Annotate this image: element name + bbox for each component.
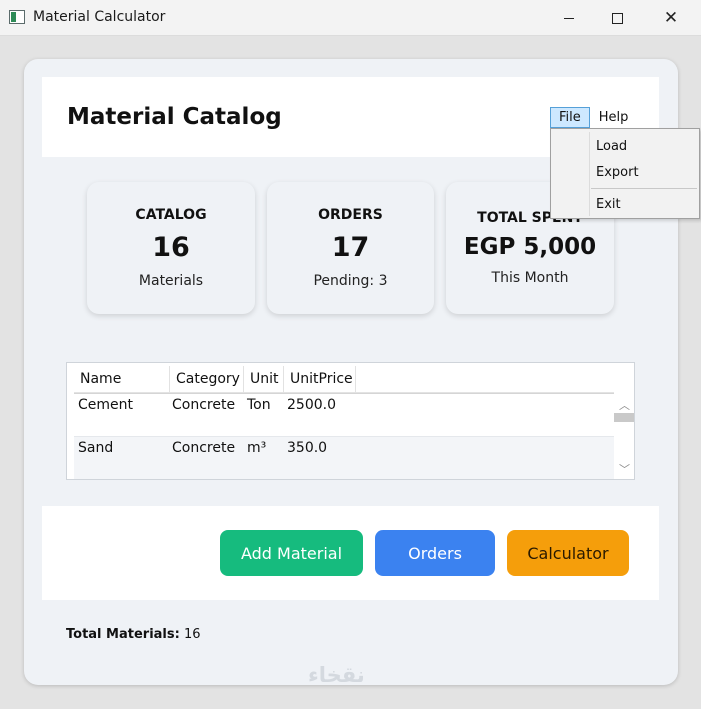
table-scrollbar[interactable]: ︿ ﹀ <box>614 393 634 479</box>
cell-unitprice: 350.0 <box>287 440 328 456</box>
catalog-stat-card: CATALOG 16 Materials <box>87 182 255 314</box>
cell-unit: m³ <box>247 440 267 456</box>
stat-value: 17 <box>331 232 370 263</box>
close-button[interactable]: ✕ <box>648 0 694 36</box>
menubar: File Help <box>550 107 637 128</box>
minimize-button[interactable] <box>546 0 592 36</box>
page-title: Material Catalog <box>67 104 282 130</box>
stat-label: ORDERS <box>318 207 383 223</box>
stat-label: CATALOG <box>135 207 207 223</box>
cell-unitprice: 2500.0 <box>287 397 336 413</box>
table-row[interactable]: Cement Concrete Ton 2500.0 <box>74 393 614 436</box>
table-row[interactable]: Sand Concrete m³ 350.0 <box>74 436 614 479</box>
table-body: Cement Concrete Ton 2500.0 Sand Concrete… <box>74 393 614 479</box>
cell-name: Sand <box>78 440 114 456</box>
menu-item-export[interactable]: Export <box>596 165 639 180</box>
cell-unit: Ton <box>247 397 271 413</box>
window-titlebar: Material Calculator ✕ <box>0 0 701 36</box>
total-materials-label: Total Materials: <box>66 627 180 642</box>
window-title: Material Calculator <box>33 9 166 25</box>
total-materials-footer: Total Materials: 16 <box>66 627 201 642</box>
column-header-category[interactable]: Category <box>170 366 244 393</box>
materials-table: Name Category Unit UnitPrice Cement Conc… <box>66 362 635 480</box>
scrollbar-thumb[interactable] <box>614 413 634 422</box>
menu-help[interactable]: Help <box>590 107 638 128</box>
calculator-button[interactable]: Calculator <box>507 530 629 576</box>
scroll-down-icon[interactable]: ﹀ <box>619 461 630 477</box>
table-header: Name Category Unit UnitPrice <box>74 366 614 393</box>
watermark: نقخاء <box>308 663 365 687</box>
column-header-unit[interactable]: Unit <box>244 366 284 393</box>
menu-file[interactable]: File <box>550 107 590 128</box>
stat-value: EGP 5,000 <box>463 234 597 260</box>
add-material-button[interactable]: Add Material <box>220 530 363 576</box>
menu-gutter <box>589 132 590 216</box>
close-icon: ✕ <box>663 7 679 28</box>
orders-stat-card: ORDERS 17 Pending: 3 <box>267 182 434 314</box>
minimize-icon <box>564 17 574 19</box>
scroll-up-icon[interactable]: ︿ <box>619 397 630 413</box>
cell-category: Concrete <box>172 440 236 456</box>
stat-value: 16 <box>152 232 190 263</box>
cell-name: Cement <box>78 397 134 413</box>
orders-button[interactable]: Orders <box>375 530 495 576</box>
maximize-icon <box>611 12 623 24</box>
stat-subtext: This Month <box>491 270 569 286</box>
stat-subtext: Pending: 3 <box>313 273 388 289</box>
total-materials-value: 16 <box>183 627 201 642</box>
app-icon <box>9 10 25 24</box>
column-header-unitprice[interactable]: UnitPrice <box>284 366 356 393</box>
menu-separator <box>591 188 697 189</box>
column-header-name[interactable]: Name <box>74 366 170 393</box>
menu-item-exit[interactable]: Exit <box>596 197 621 212</box>
file-dropdown-menu: Load Export Exit <box>550 128 700 219</box>
stat-subtext: Materials <box>138 273 204 289</box>
cell-category: Concrete <box>172 397 236 413</box>
maximize-button[interactable] <box>594 0 640 36</box>
menu-item-load[interactable]: Load <box>596 139 627 154</box>
